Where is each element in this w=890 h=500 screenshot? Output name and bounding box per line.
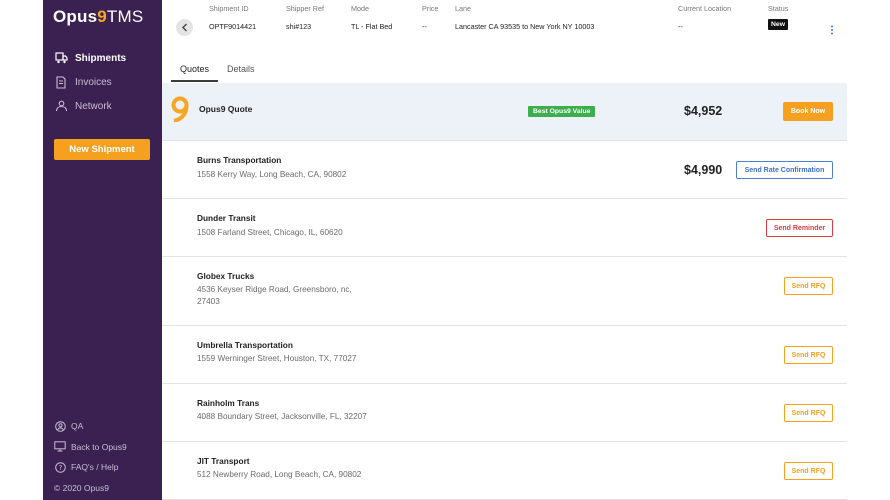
opus9-logo-icon [170,96,190,127]
truck-icon [54,51,68,65]
header-value: -- [678,22,683,31]
opus-quote-row: Opus9 Quote Best Opus9 Value $4,952 Book… [162,83,847,141]
carrier-name: JIT Transport [197,456,250,466]
sidebar-footer-qa[interactable]: QA [43,416,162,437]
carrier-name: Globex Trucks [197,271,255,281]
best-value-badge: Best Opus9 Value [528,106,596,117]
copyright: © 2020 Opus9 [43,478,162,499]
header-value: Lancaster CA 93535 to New York NY 10003 [455,22,595,31]
header-shipper-ref: Shipper Ref shi#123 [286,4,324,31]
monitor-icon [54,441,66,453]
brand-name-nine: 9 [97,7,107,26]
header-label: Status [768,4,789,13]
opus-quote-price: $4,952 [684,104,723,118]
header-price: Price -- [422,4,438,31]
header-shipment-id: Shipment ID OPTF9014421 [209,4,256,31]
header-label: Current Location [678,4,732,13]
sidebar-item-label: Invoices [75,76,112,88]
tab-bar: Quotes Details [171,64,264,82]
header-status: Status New [768,4,788,30]
carrier-row: Burns Transportation 1558 Kerry Way, Lon… [162,141,847,199]
back-button[interactable] [176,19,193,36]
carrier-row: Dunder Transit 1508 Farland Street, Chic… [162,199,847,257]
header-label: Shipper Ref [286,4,324,13]
carrier-address: 512 Newberry Road, Long Beach, CA, 90802 [197,470,362,479]
header-value: -- [422,22,427,31]
send-reminder-button[interactable]: Send Reminder [766,219,833,237]
book-now-button[interactable]: Book Now [783,102,833,121]
sidebar: Opus9TMS Shipments Invoices Network New … [43,0,162,500]
carrier-row: JIT Transport 512 Newberry Road, Long Be… [162,442,847,500]
carrier-row: Rainholm Trans 4088 Boundary Street, Jac… [162,384,847,442]
sidebar-footer-back[interactable]: Back to Opus9 [43,437,162,458]
carrier-address: 1508 Farland Street, Chicago, IL, 60620 [197,228,343,237]
header-value: TL - Flat Bed [351,22,393,31]
sidebar-item-network[interactable]: Network [43,94,162,118]
carrier-name: Rainholm Trans [197,398,260,408]
sidebar-footer-label: Back to Opus9 [71,441,127,452]
header-lane: Lane Lancaster CA 93535 to New York NY 1… [455,4,594,31]
invoice-icon [54,75,68,89]
svg-text:?: ? [58,464,62,472]
carrier-row: Umbrella Transportation 1559 Werninger S… [162,326,847,384]
brand-name-suffix: TMS [106,7,144,26]
chevron-left-icon [181,19,188,37]
header-label: Lane [455,4,471,13]
new-shipment-button[interactable]: New Shipment [54,139,150,160]
send-rfq-button[interactable]: Send RFQ [784,346,833,364]
shipment-header: Shipment ID OPTF9014421 Shipper Ref shi#… [162,0,847,48]
user-circle-icon [54,420,66,432]
carrier-price: $4,990 [684,163,723,177]
opus-quote-title: Opus9 Quote [199,104,253,114]
send-rfq-button[interactable]: Send RFQ [784,277,833,295]
carrier-address: 1558 Kerry Way, Long Beach, CA, 90802 [197,170,347,179]
carrier-name: Umbrella Transportation [197,340,293,350]
carrier-address: 4088 Boundary Street, Jacksonville, FL, … [197,412,367,421]
tab-details[interactable]: Details [218,64,264,82]
header-mode: Mode TL - Flat Bed [351,4,392,31]
header-label: Price [422,4,439,13]
network-icon [54,99,68,113]
header-value: shi#123 [286,22,312,31]
sidebar-item-label: Shipments [75,52,127,64]
carrier-name: Burns Transportation [197,155,282,165]
header-label: Mode [351,4,369,13]
header-current-location: Current Location -- [678,4,731,31]
header-label: Shipment ID [209,4,249,13]
sidebar-item-label: Network [75,100,112,112]
send-rfq-button[interactable]: Send RFQ [784,404,833,422]
brand-logo[interactable]: Opus9TMS [53,7,143,27]
help-icon: ? [54,461,66,473]
sidebar-item-invoices[interactable]: Invoices [43,70,162,94]
sidebar-footer-help[interactable]: ? FAQ's / Help [43,457,162,478]
sidebar-footer-label: FAQ's / Help [71,462,119,473]
tab-quotes[interactable]: Quotes [171,64,219,82]
brand-name-prefix: Opus [53,7,98,26]
send-rate-confirmation-button[interactable]: Send Rate Confirmation [736,161,833,179]
more-options-icon[interactable] [830,22,834,40]
copyright-text: © 2020 Opus9 [54,482,109,493]
carrier-address: 1559 Werninger Street, Houston, TX, 7702… [197,354,357,363]
status-badge: New [768,19,788,30]
carrier-address: 4536 Keyser Ridge Road, Greensboro, nc, … [197,285,352,306]
sidebar-nav: Shipments Invoices Network [43,46,162,118]
sidebar-footer-label: QA [71,421,84,432]
header-value: OPTF9014421 [209,22,257,31]
sidebar-footer: QA Back to Opus9 ? FAQ's / Help © 2020 O… [43,416,162,498]
carrier-row: Globex Trucks 4536 Keyser Ridge Road, Gr… [162,257,847,326]
carrier-name: Dunder Transit [197,213,256,223]
sidebar-item-shipments[interactable]: Shipments [43,46,162,70]
send-rfq-button[interactable]: Send RFQ [784,462,833,480]
